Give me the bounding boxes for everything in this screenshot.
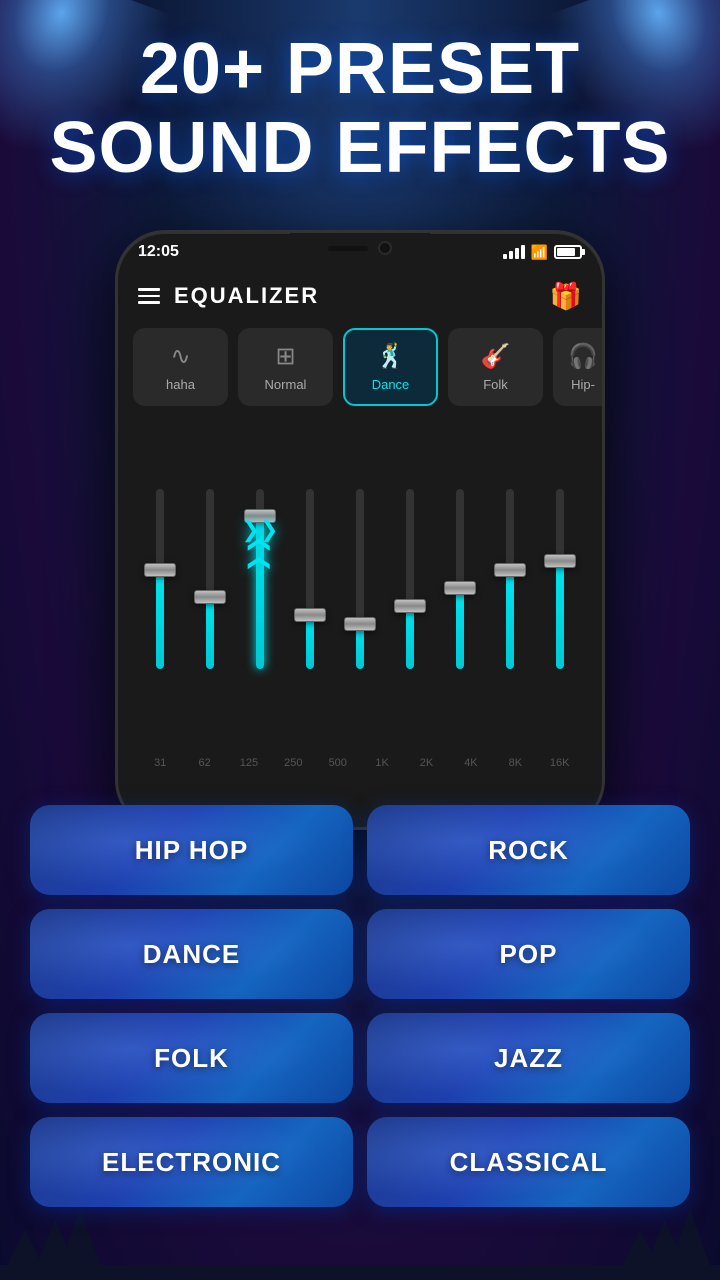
folk-icon: 🎸 [481, 342, 511, 371]
genre-electronic[interactable]: ELECTRONIC [30, 1117, 353, 1207]
slider-5[interactable] [356, 489, 364, 689]
genre-dance-label: DANCE [143, 939, 240, 970]
sliders-container: ❯❯ ❮❮ [118, 421, 602, 757]
genre-buttons: HIP HOP ROCK DANCE POP FOLK JAZZ ELECTRO… [0, 805, 720, 1207]
genre-hip-hop-label: HIP HOP [135, 835, 248, 866]
genre-rock-label: ROCK [488, 835, 569, 866]
slider-1[interactable] [156, 489, 164, 689]
title-line1: 20+ PRESET [40, 30, 680, 109]
slider-6[interactable] [406, 489, 414, 689]
main-title: 20+ PRESET SOUND EFFECTS [40, 30, 680, 188]
phone-container: 12:05 📶 EQUA [115, 230, 605, 830]
slider-2[interactable] [206, 489, 214, 689]
battery-icon [554, 245, 582, 259]
genre-dance[interactable]: DANCE [30, 909, 353, 999]
notch-camera [378, 241, 392, 255]
signal-bars-icon [503, 245, 525, 259]
folk-label: Folk [483, 377, 508, 392]
preset-folk[interactable]: 🎸 Folk [448, 328, 543, 406]
genre-folk[interactable]: FOLK [30, 1013, 353, 1103]
dance-icon: 🕺 [376, 342, 406, 371]
genre-electronic-label: ELECTRONIC [102, 1147, 281, 1178]
normal-icon: ⊞ [275, 342, 295, 371]
genre-pop-label: POP [500, 939, 558, 970]
title-line2: SOUND EFFECTS [40, 109, 680, 188]
app-header: EQUALIZER 🎁 [118, 271, 602, 321]
slider-4[interactable] [306, 489, 314, 689]
phone-notch [290, 233, 430, 263]
genre-classical[interactable]: CLASSICAL [367, 1117, 690, 1207]
genre-pop[interactable]: POP [367, 909, 690, 999]
genre-jazz-label: JAZZ [494, 1043, 563, 1074]
genre-jazz[interactable]: JAZZ [367, 1013, 690, 1103]
slider-3-dance[interactable]: ❯❯ ❮❮ [256, 489, 264, 689]
preset-hiphop[interactable]: 🎧 Hip- [553, 328, 602, 406]
preset-dance[interactable]: 🕺 Dance [343, 328, 438, 406]
app-title: EQUALIZER [174, 283, 319, 309]
genre-classical-label: CLASSICAL [450, 1147, 608, 1178]
haha-label: haha [166, 377, 195, 392]
hiphop-label: Hip- [571, 377, 595, 392]
dance-arrows: ❯❯ ❮❮ [242, 519, 279, 563]
haha-icon: ∿ [170, 342, 190, 371]
preset-normal[interactable]: ⊞ Normal [238, 328, 333, 406]
eq-area: ❯❯ ❮❮ [118, 421, 602, 777]
preset-haha[interactable]: ∿ haha [133, 328, 228, 406]
genre-rock[interactable]: ROCK [367, 805, 690, 895]
status-time: 12:05 [138, 243, 179, 261]
dance-label: Dance [372, 377, 410, 392]
normal-label: Normal [265, 377, 307, 392]
slider-8[interactable] [506, 489, 514, 689]
slider-9[interactable] [556, 489, 564, 689]
hiphop-icon: 🎧 [568, 342, 598, 371]
title-section: 20+ PRESET SOUND EFFECTS [0, 30, 720, 188]
freq-labels: 31 62 125 250 500 1K 2K 4K 8K 16K [118, 757, 602, 777]
gift-icon[interactable]: 🎁 [550, 281, 582, 312]
genre-hip-hop[interactable]: HIP HOP [30, 805, 353, 895]
presets-row: ∿ haha ⊞ Normal 🕺 Dance 🎸 Folk 🎧 Hip- [118, 328, 602, 406]
wifi-icon: 📶 [531, 244, 548, 261]
hamburger-menu[interactable] [138, 288, 160, 304]
phone-mockup: 12:05 📶 EQUA [115, 230, 605, 830]
genre-folk-label: FOLK [154, 1043, 229, 1074]
notch-speaker [328, 246, 368, 251]
status-icons: 📶 [503, 244, 582, 261]
slider-7[interactable] [456, 489, 464, 689]
